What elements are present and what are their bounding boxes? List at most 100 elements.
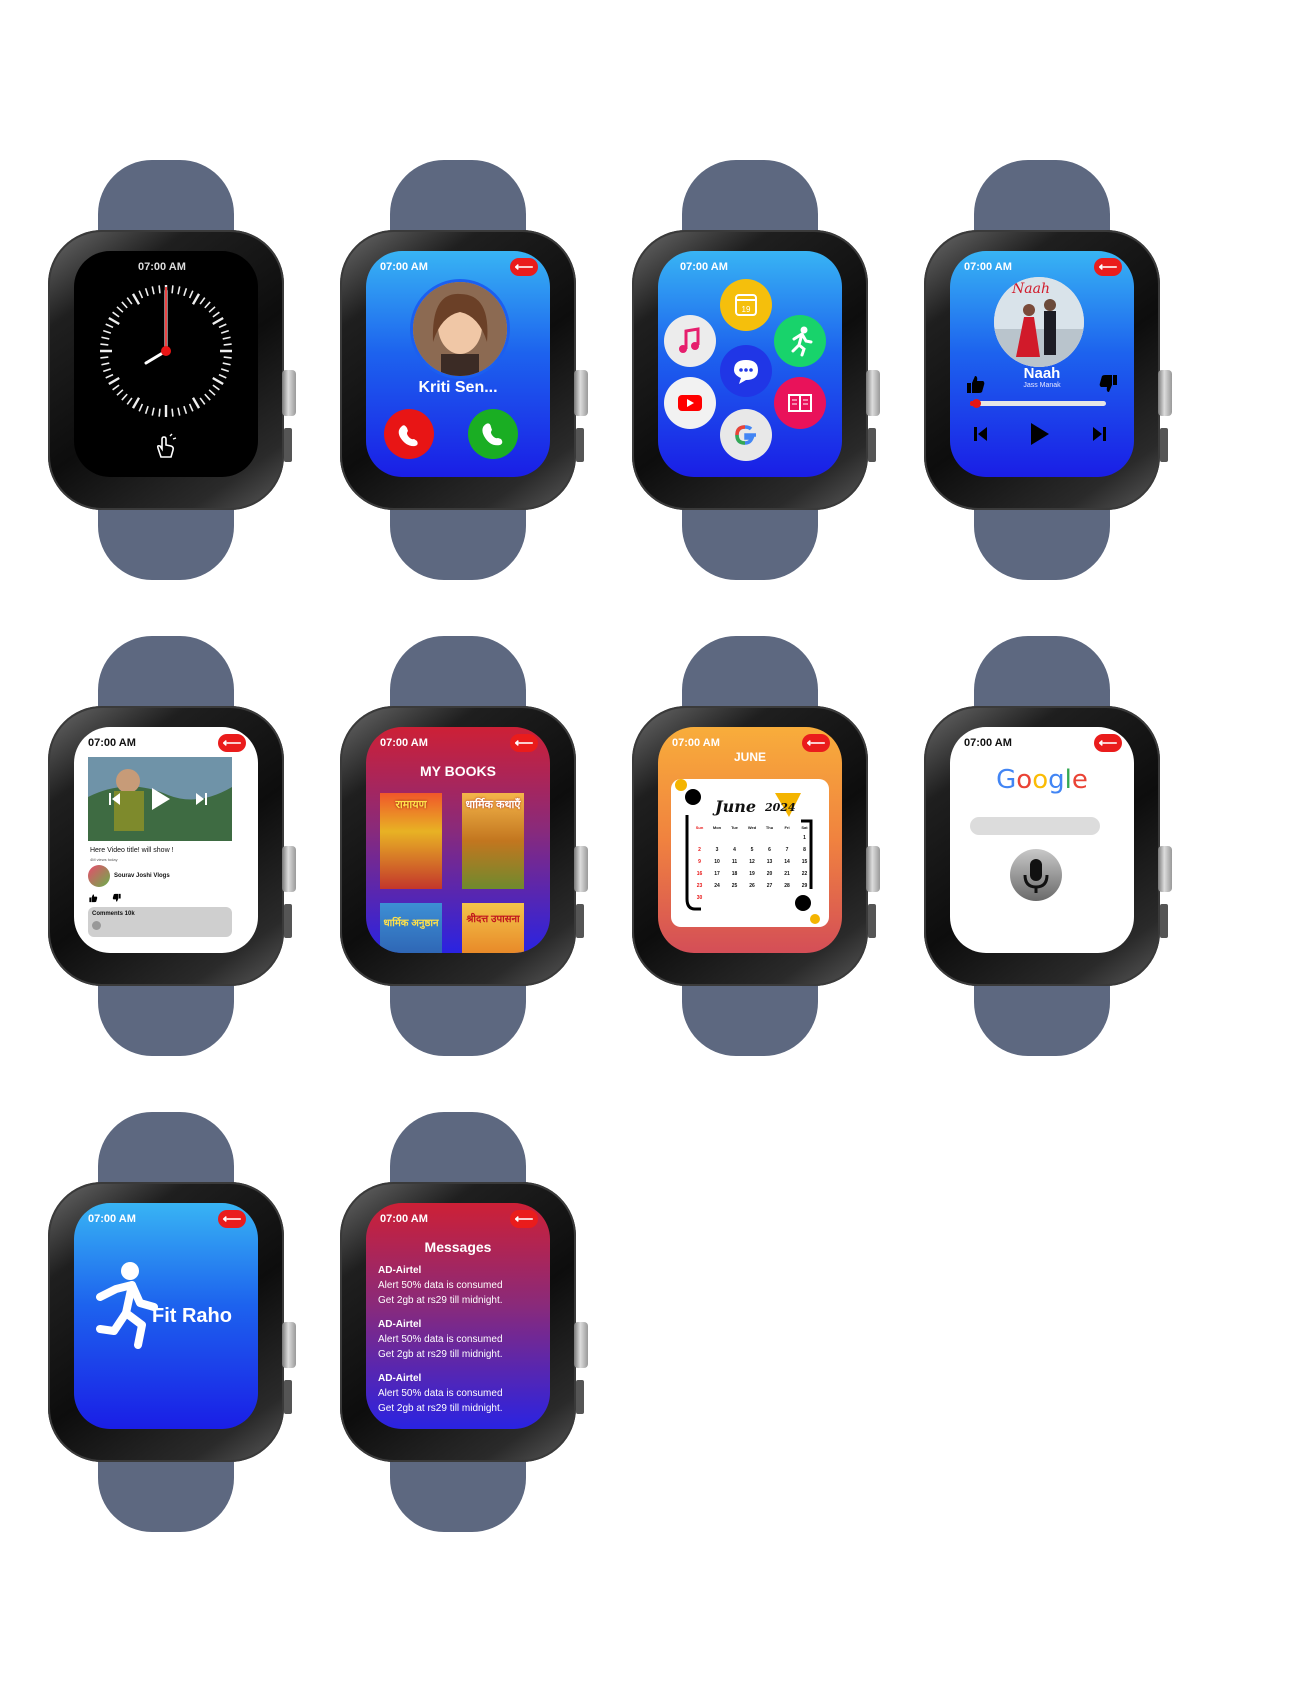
calendar-day[interactable]: 4 [726,847,743,859]
calendar-day[interactable]: 17 [709,871,726,883]
back-button[interactable]: ⟵ [510,734,538,752]
calendar-day[interactable]: 1 [796,835,813,847]
month-heading: JUNE [733,750,766,764]
calendar-day [779,835,796,847]
calendar-day[interactable]: 14 [779,859,796,871]
previous-video-icon[interactable] [108,791,122,807]
calendar-day[interactable]: 16 [691,871,708,883]
fitness-app-icon[interactable] [774,315,826,367]
play-icon[interactable] [1026,421,1052,447]
calendar-day [779,895,796,907]
calendar-day[interactable]: 28 [779,883,796,895]
thumbs-up-icon[interactable] [964,373,986,395]
clock-tick [220,329,230,334]
book-cover[interactable]: श्रीदत्त उपासना [462,903,524,953]
calendar-day [796,895,813,907]
microphone-button[interactable] [1010,849,1062,901]
weekday-label: Tue [731,825,738,830]
calendar-day[interactable]: 29 [796,883,813,895]
status-time: 07:00 AM [380,1213,428,1225]
progress-knob[interactable] [972,399,982,408]
status-time: 07:00 AM [88,1213,136,1225]
like-icon[interactable] [88,893,98,903]
playback-progress[interactable] [970,399,1106,408]
calendar-day[interactable]: 27 [761,883,778,895]
previous-track-icon[interactable] [972,425,990,443]
status-time: 07:00 AM [680,261,728,273]
thumbs-down-icon[interactable] [1098,373,1120,395]
calendar-day[interactable]: 15 [796,859,813,871]
calendar-day[interactable]: 26 [744,883,761,895]
calendar-day[interactable]: 7 [779,847,796,859]
calendar-day[interactable]: 5 [744,847,761,859]
calendar-day[interactable]: 12 [744,859,761,871]
back-button[interactable]: ⟵ [218,1210,246,1228]
calendar-days-grid[interactable]: 1 2 3 4 5 6 7 8 9 10 11 12 13 14 15 16 17 18 19 20 21 22 23 24 2… [691,835,813,907]
watch-fitness: 07:00 AM ⟵ Fit Raho [48,1112,296,1532]
calendar-day[interactable]: 23 [691,883,708,895]
calendar-day[interactable]: 13 [761,859,778,871]
weekday-label: Sat [801,825,808,830]
message-item[interactable]: AD-Airtel Alert 50% data is consumed Get… [378,1265,503,1306]
calendar-day[interactable]: 21 [779,871,796,883]
back-button[interactable]: ⟵ [218,734,246,752]
calendar-day [761,835,778,847]
calendar-day[interactable]: 20 [761,871,778,883]
accept-call-button[interactable] [468,409,518,459]
weekday-label: Fri [784,825,790,830]
decline-call-button[interactable] [384,409,434,459]
message-item[interactable]: AD-Airtel Alert 50% data is consumed Get… [378,1373,503,1414]
fit-app-title: Fit Raho [152,1305,232,1327]
search-input[interactable] [970,817,1100,835]
calendar-day[interactable]: 11 [726,859,743,871]
clock-tick [108,376,120,386]
calendar-day[interactable]: 24 [709,883,726,895]
back-button[interactable]: ⟵ [510,1210,538,1228]
back-button[interactable]: ⟵ [1094,258,1122,276]
calendar-day[interactable]: 3 [709,847,726,859]
calendar-card[interactable]: June 2024 Sun Mon Tue Wed Thu Fri Sat 12345678… [671,779,829,927]
calendar-day[interactable]: 19 [744,871,761,883]
watch-screen: 07:00 AM ⟵ Messages AD-Airtel Alert 50% … [366,1203,550,1429]
clock-tick [191,397,201,409]
message-item[interactable]: AD-Airtel Alert 50% data is consumed Get… [378,1319,503,1360]
book-cover[interactable]: धार्मिक अनुष्ठान [380,903,442,953]
calendar-day[interactable]: 30 [691,895,708,907]
calendar-day[interactable]: 9 [691,859,708,871]
back-button[interactable]: ⟵ [510,258,538,276]
calendar-day[interactable]: 10 [709,859,726,871]
calendar-day[interactable]: 6 [761,847,778,859]
clock-tick [199,397,206,405]
clock-tick [199,297,206,305]
next-track-icon[interactable] [1090,425,1108,443]
channel-avatar[interactable] [88,865,110,887]
calendar-app-icon[interactable]: 19 [720,279,772,331]
calendar-day[interactable]: 18 [726,871,743,883]
book-cover[interactable]: धार्मिक कथाएँ [462,793,524,889]
clock-tick [218,373,227,379]
next-video-icon[interactable] [194,791,208,807]
tap-gesture-icon[interactable] [150,431,180,461]
video-player[interactable] [88,757,232,841]
calendar-day[interactable]: 8 [796,847,813,859]
youtube-app-icon[interactable] [664,377,716,429]
clock-tick [102,329,112,334]
calendar-day[interactable]: 25 [726,883,743,895]
play-icon[interactable] [146,785,174,813]
calendar-day [761,895,778,907]
clock-tick [220,368,230,373]
weekday-label: Wed [747,825,757,830]
book-cover[interactable]: रामायण [380,793,442,889]
google-app-icon[interactable] [720,409,772,461]
books-app-icon[interactable] [774,377,826,429]
clock-tick [212,384,220,391]
back-button[interactable]: ⟵ [1094,734,1122,752]
album-title: Naah [1012,281,1050,297]
calendar-day[interactable]: 2 [691,847,708,859]
channel-name[interactable]: Sourav Joshi Vlogs [114,873,170,879]
calendar-day[interactable]: 22 [796,871,813,883]
messages-app-icon[interactable] [720,345,772,397]
music-app-icon[interactable] [664,315,716,367]
comments-panel[interactable]: Comments 10k [88,907,232,937]
dislike-icon[interactable] [112,893,122,903]
